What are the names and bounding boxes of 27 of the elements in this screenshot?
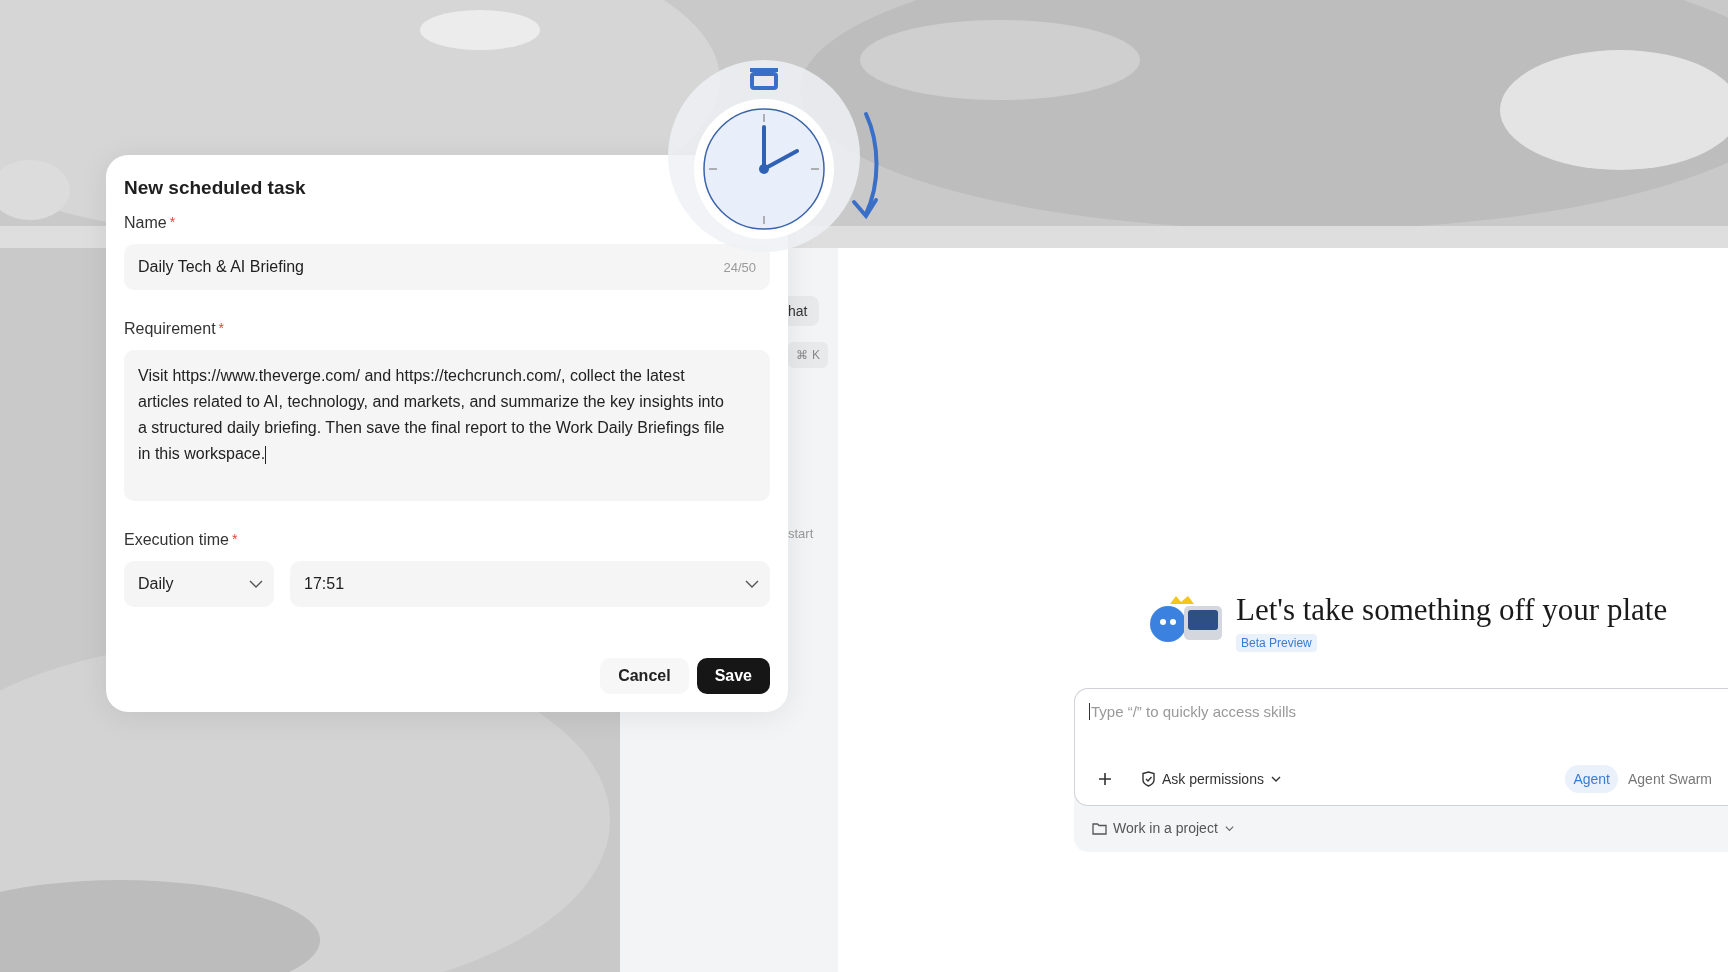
character-counter: 24/50 bbox=[723, 259, 756, 275]
plus-icon bbox=[1097, 771, 1113, 787]
hero-heading: Let's take something off your plate bbox=[1236, 592, 1668, 628]
time-select[interactable]: 17:51 bbox=[290, 561, 770, 607]
save-button[interactable]: Save bbox=[696, 658, 770, 694]
dialog-title: New scheduled task bbox=[124, 177, 307, 199]
sidebar-tab[interactable]: hat bbox=[788, 296, 820, 326]
name-input[interactable]: Daily Tech & AI Briefing 24/50 bbox=[124, 244, 770, 290]
folder-icon bbox=[1092, 821, 1107, 835]
cancel-button[interactable]: Cancel bbox=[600, 658, 689, 694]
shortcut-key: K bbox=[812, 348, 820, 362]
required-mark: * bbox=[169, 214, 176, 232]
required-mark: * bbox=[231, 531, 238, 549]
mode-tab[interactable]: Agent bbox=[1565, 765, 1618, 793]
mascot-icon bbox=[1148, 596, 1224, 644]
shield-check-icon bbox=[1141, 771, 1156, 787]
frequency-select[interactable]: Daily bbox=[124, 561, 274, 607]
sidebar-text: start bbox=[788, 526, 814, 541]
shortcut-key: ⌘ bbox=[796, 348, 808, 362]
mode-tab[interactable]: Agent Swarm bbox=[1619, 765, 1720, 793]
required-mark: * bbox=[218, 320, 225, 338]
field-label: Requirement bbox=[124, 320, 216, 338]
requirement-textarea[interactable]: Visit https://www.theverge.com/ and https://techcrunch.com/, collect the latest articles related to AI, technology, and markets, and summarize the key insights into a structured daily briefing. Then save the final report to the Work Daily Briefings file in this workspace. bbox=[124, 350, 770, 501]
beta-badge: Beta Preview bbox=[1236, 634, 1317, 652]
project-dropdown[interactable]: Work in a project bbox=[1090, 818, 1237, 838]
field-label: Name bbox=[124, 214, 167, 232]
field-label: Execution time bbox=[124, 531, 229, 549]
